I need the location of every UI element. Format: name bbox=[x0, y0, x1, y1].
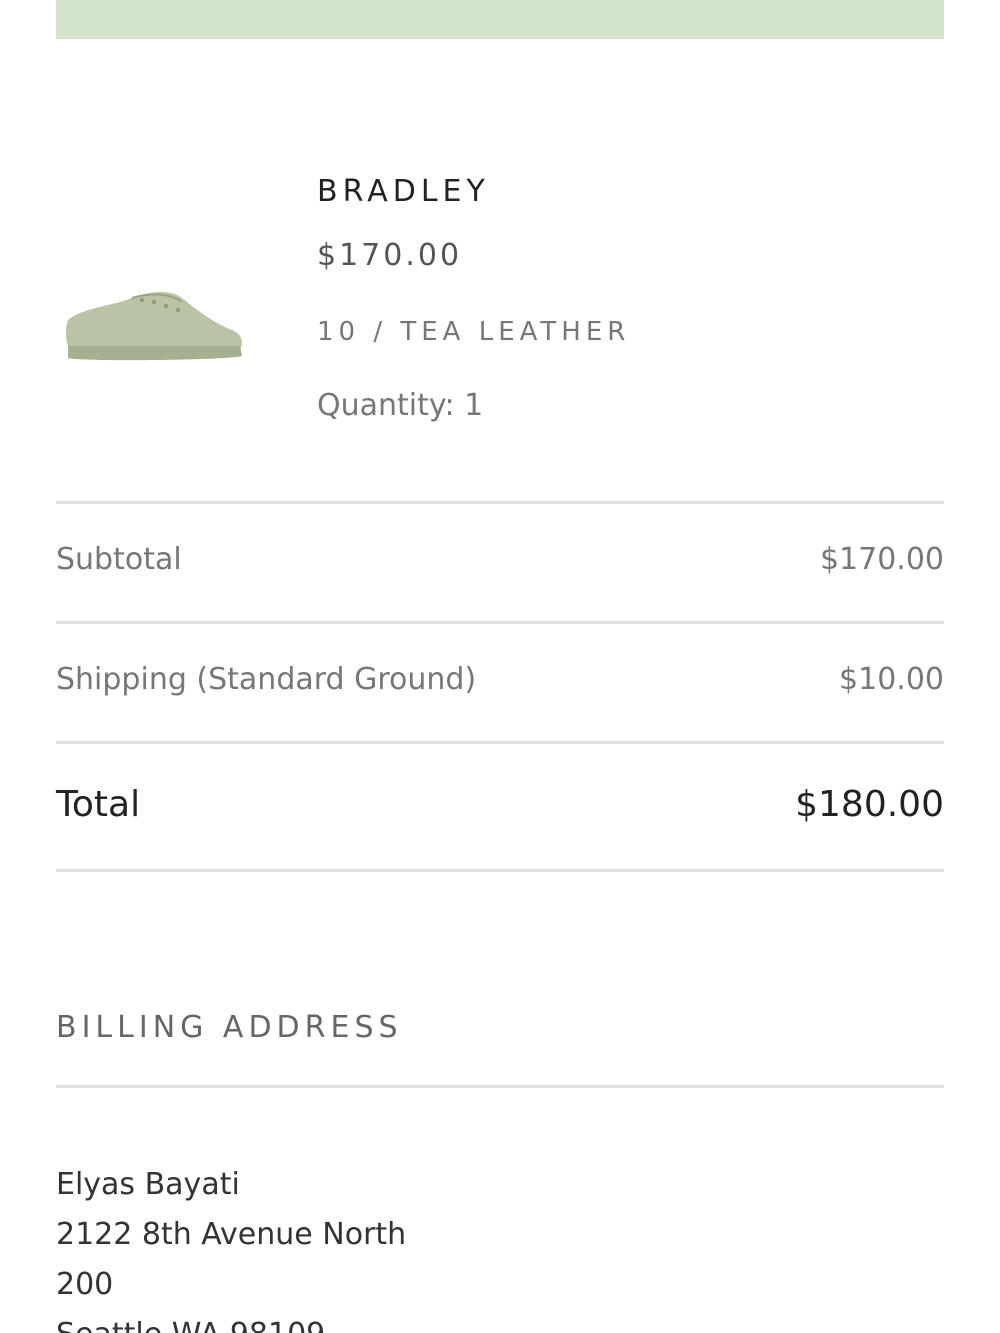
divider bbox=[56, 869, 944, 872]
total-value: $180.00 bbox=[795, 784, 944, 825]
order-summary-page: BRADLEY $170.00 10 / TEA LEATHER Quantit… bbox=[0, 0, 1000, 1333]
address-street: 2122 8th Avenue North bbox=[56, 1217, 407, 1252]
address-city: Seattle WA 98109 bbox=[56, 1310, 406, 1333]
address-unit: 200 bbox=[56, 1267, 114, 1302]
billing-address-title: BILLING ADDRESS bbox=[56, 1010, 403, 1045]
total-label: Total bbox=[56, 784, 141, 825]
subtotal-value: $170.00 bbox=[819, 542, 944, 577]
top-banner bbox=[56, 0, 944, 39]
shipping-value: $10.00 bbox=[839, 662, 944, 697]
shipping-label: Shipping (Standard Ground) bbox=[56, 662, 477, 697]
sneaker-image bbox=[62, 280, 246, 372]
product-variant: 10 / TEA LEATHER bbox=[317, 317, 631, 347]
product-price: $170.00 bbox=[317, 238, 463, 273]
subtotal-label: Subtotal bbox=[56, 542, 182, 577]
address-name: Elyas Bayati bbox=[56, 1167, 240, 1202]
divider bbox=[56, 621, 944, 624]
product-quantity: Quantity: 1 bbox=[317, 388, 484, 423]
product-name: BRADLEY bbox=[317, 174, 490, 209]
divider bbox=[56, 1085, 944, 1088]
divider bbox=[56, 741, 944, 744]
divider bbox=[56, 501, 944, 504]
billing-address: Elyas Bayati 2122 8th Avenue North 200 S… bbox=[56, 1160, 406, 1333]
